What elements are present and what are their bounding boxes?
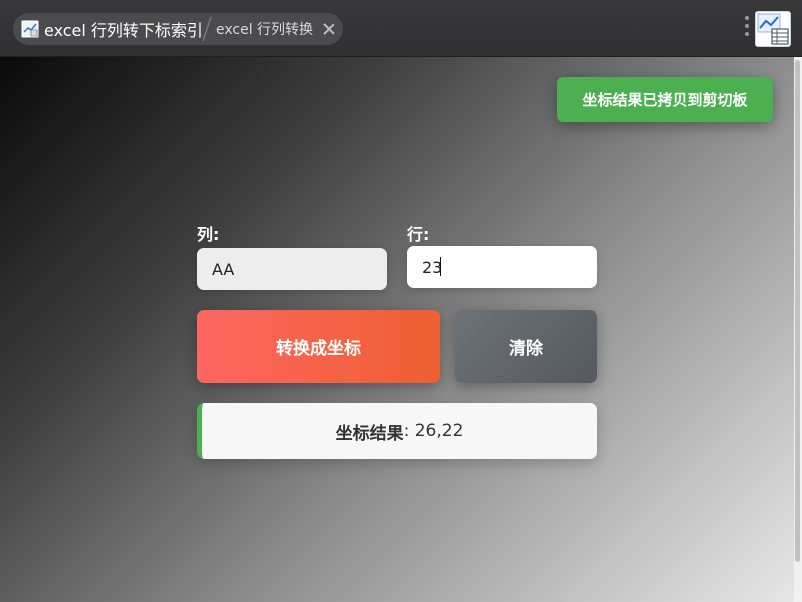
result-separator: : (403, 421, 415, 441)
spreadsheet-chart-icon (21, 20, 39, 38)
column-label: 列: (197, 225, 220, 244)
clear-button[interactable]: 清除 (455, 310, 597, 383)
result-value: 26,22 (414, 421, 464, 441)
tab-second[interactable]: excel 行列转换 (216, 13, 336, 45)
column-input[interactable] (197, 248, 387, 290)
text-caret (440, 257, 441, 276)
row-label: 行: (407, 225, 430, 244)
result-label: 坐标结果 (335, 423, 404, 444)
more-vert-icon[interactable] (744, 16, 750, 40)
tab-active-title: excel 行列转下标索引 (44, 21, 203, 40)
scrollbar-thumb[interactable] (795, 60, 800, 562)
tab-second-title: excel 行列转换 (216, 22, 314, 38)
result-panel: 坐标结果: 26,22 (197, 403, 597, 459)
chart-table-icon[interactable] (755, 11, 791, 47)
tab-active[interactable]: excel 行列转下标索引 (13, 13, 210, 45)
convert-button[interactable]: 转换成坐标 (197, 310, 440, 383)
close-icon[interactable] (322, 22, 336, 36)
title-bar: excel 行列转下标索引 excel 行列转换 (0, 0, 802, 57)
row-input[interactable] (407, 246, 597, 288)
tab-separator (202, 16, 212, 42)
copied-toast: 坐标结果已拷贝到剪切板 (557, 77, 773, 122)
